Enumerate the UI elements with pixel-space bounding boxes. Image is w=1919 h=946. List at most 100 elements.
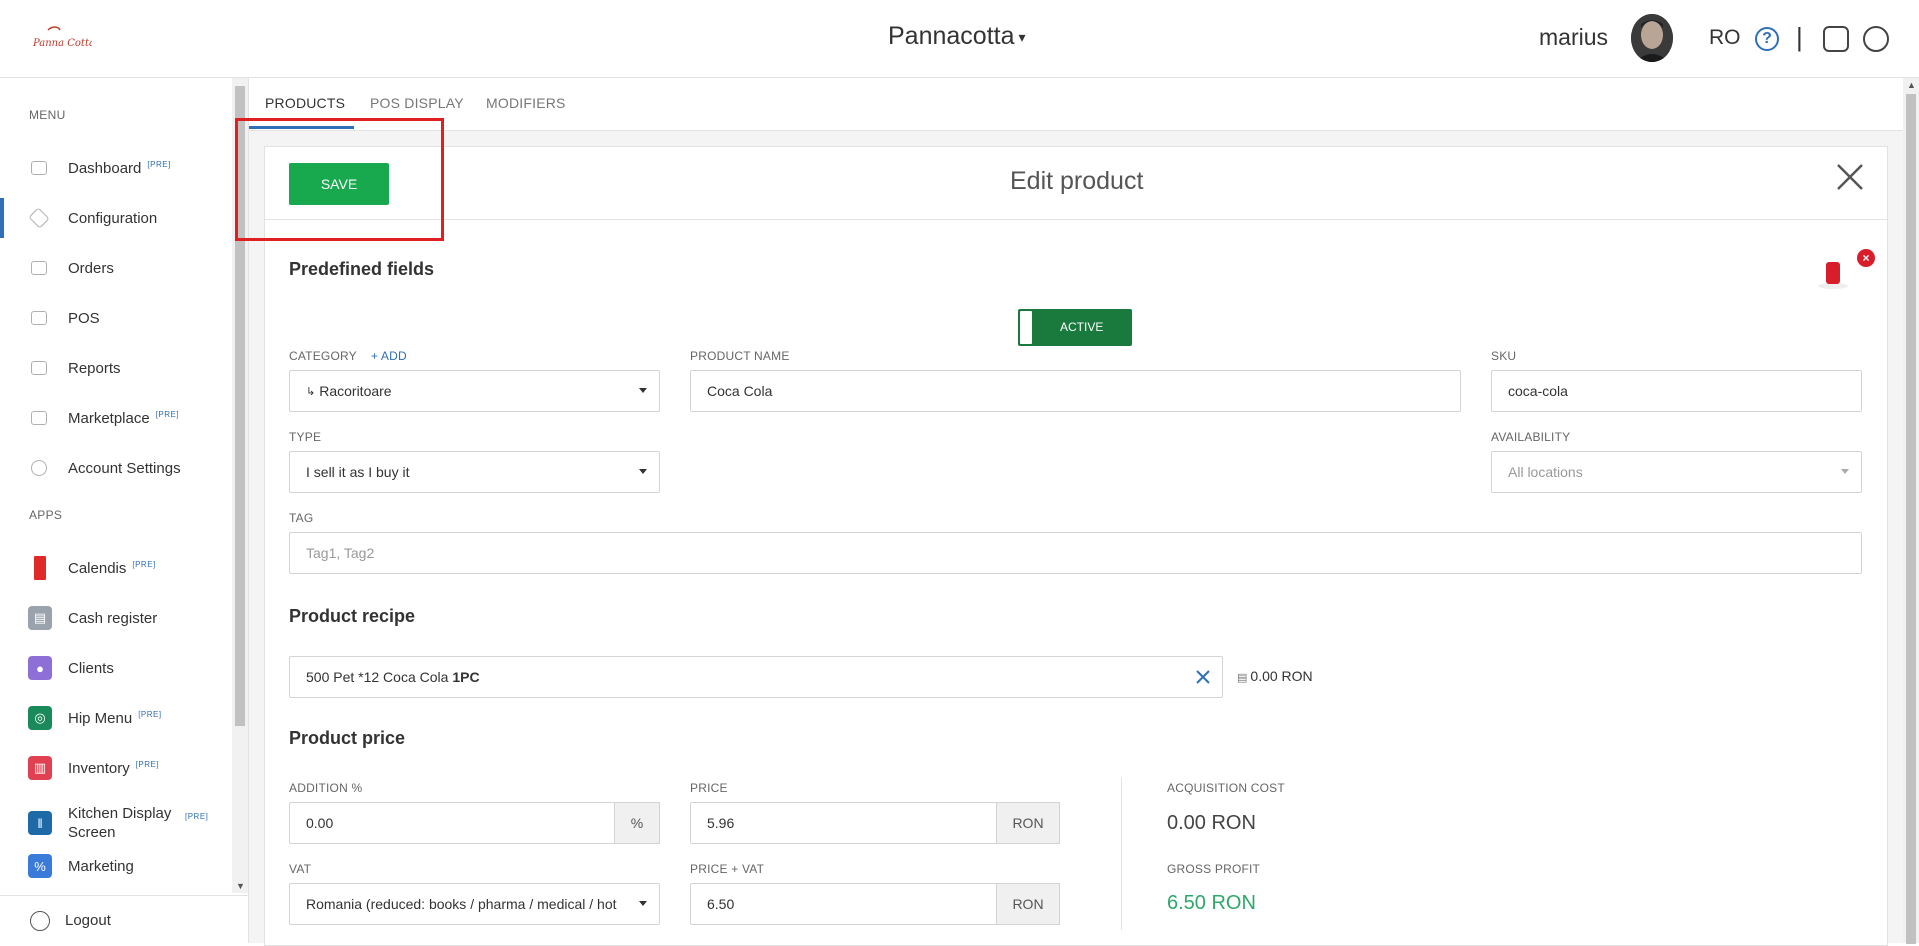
pre-badge: [PRE] (155, 409, 180, 419)
recipe-item-name: 500 Pet *12 Coca Cola (306, 669, 449, 685)
gross-profit-value: 6.50 RON (1167, 892, 1256, 914)
tab-bar: PRODUCTS POS DISPLAY MODIFIERS (249, 78, 1903, 131)
addition-input[interactable]: 0.00 (289, 802, 615, 844)
logout-icon (30, 911, 50, 931)
scroll-up-arrow-icon[interactable]: ▲ (1907, 80, 1916, 90)
sidebar-app-clients[interactable]: ● Clients (0, 648, 232, 688)
sidebar-item-label: Account Settings (68, 459, 181, 477)
sidebar-app-kitchen-display[interactable]: ‖ Kitchen Display Screen [PRE] (0, 798, 232, 848)
chevron-down-icon (639, 388, 647, 393)
svg-text:Panna Cotta: Panna Cotta (32, 38, 92, 49)
sidebar-item-label: Reports (68, 359, 121, 377)
brand-dropdown[interactable]: Pannacotta ▾ (888, 22, 1026, 51)
type-select[interactable]: I sell it as I buy it (289, 451, 660, 493)
sidebar-item-orders[interactable]: Orders (0, 248, 232, 288)
tag-label: TAG (289, 511, 314, 525)
fullscreen-icon[interactable] (1863, 26, 1889, 52)
sidebar-item-label: Calendis (68, 559, 127, 577)
recipe-item-qty: 1PC (452, 669, 480, 685)
category-select[interactable]: ↳ Racoritoare (289, 370, 660, 412)
menu-section-label: MENU (29, 108, 66, 122)
page-scrollbar[interactable]: ▲ (1903, 78, 1919, 944)
sidebar-item-marketplace[interactable]: Marketplace [PRE] (0, 398, 232, 438)
logo[interactable]: Panna Cotta (30, 24, 92, 54)
hip-menu-icon: ◎ (28, 706, 52, 730)
top-bar: Panna Cotta Pannacotta ▾ marius RO ? | (0, 0, 1919, 78)
pre-badge: [PRE] (147, 159, 171, 169)
cutlery-icon: ‖ (28, 811, 52, 835)
sidebar-item-pos[interactable]: POS (0, 298, 232, 338)
product-image[interactable] (1826, 262, 1840, 284)
pre-badge: [PRE] (138, 709, 162, 719)
sidebar-app-calendis[interactable]: Calendis [PRE] (0, 548, 232, 588)
close-icon[interactable] (1835, 159, 1865, 199)
remove-image-icon[interactable]: × (1857, 249, 1875, 267)
help-icon[interactable]: ? (1755, 27, 1779, 51)
sidebar-item-label: Marketplace (68, 409, 150, 427)
sidebar-item-label: Orders (68, 259, 114, 277)
logout-label: Logout (65, 912, 111, 929)
price-vat-input[interactable]: 6.50 (690, 883, 997, 925)
tab-products[interactable]: PRODUCTS (265, 95, 345, 111)
pre-badge: [PRE] (185, 812, 209, 821)
price-vat-currency-addon: RON (996, 883, 1060, 925)
cart-icon (31, 411, 47, 425)
sidebar-app-marketing[interactable]: % Marketing (0, 846, 232, 886)
product-recipe-heading: Product recipe (289, 606, 416, 626)
chevron-down-icon (1841, 469, 1849, 474)
toggle-knob (1020, 311, 1032, 344)
gross-profit-label: GROSS PROFIT (1167, 862, 1261, 876)
monitor-icon (31, 311, 47, 325)
clients-icon: ● (28, 656, 52, 680)
card-header: SAVE Edit product (265, 147, 1887, 220)
type-value: I sell it as I buy it (306, 464, 410, 480)
tag-input[interactable]: Tag1, Tag2 (289, 532, 1862, 574)
sidebar-item-label: Hip Menu (68, 709, 133, 727)
scroll-down-arrow-icon[interactable]: ▼ (236, 881, 245, 891)
sidebar-item-account-settings[interactable]: Account Settings (0, 448, 232, 488)
user-name[interactable]: marius (1539, 24, 1608, 51)
logout-button[interactable]: Logout (0, 895, 248, 943)
sidebar-item-label: Kitchen Display Screen (68, 805, 172, 841)
sidebar-item-configuration[interactable]: Configuration (0, 198, 232, 238)
scrollbar-thumb[interactable] (1906, 94, 1916, 944)
sidebar-app-cash-register[interactable]: ▤ Cash register (0, 598, 232, 638)
active-toggle[interactable]: ACTIVE (1018, 309, 1132, 346)
pre-badge: [PRE] (132, 559, 156, 569)
chevron-down-icon (639, 469, 647, 474)
remove-recipe-icon[interactable] (1196, 667, 1210, 690)
price-vat-label: PRICE + VAT (690, 862, 765, 876)
availability-label: AVAILABILITY (1491, 430, 1571, 444)
price-label: PRICE (690, 781, 728, 795)
sidebar-item-label: Dashboard (68, 159, 142, 177)
apps-section-label: APPS (29, 508, 63, 522)
vat-select[interactable]: Romania (reduced: books / pharma / medic… (289, 883, 660, 925)
bag-icon (31, 261, 47, 275)
product-name-field[interactable]: Coca Cola (690, 370, 1461, 412)
sidebar-item-dashboard[interactable]: Dashboard [PRE] (0, 148, 232, 188)
gear-icon (31, 460, 47, 476)
highlight-box (235, 118, 444, 241)
language-selector[interactable]: RO (1709, 26, 1741, 50)
tab-modifiers[interactable]: MODIFIERS (486, 95, 566, 111)
tab-pos-display[interactable]: POS DISPLAY (370, 95, 464, 111)
add-category-link[interactable]: + ADD (371, 349, 407, 363)
sku-field[interactable]: coca-cola (1491, 370, 1862, 412)
inventory-icon: ▥ (28, 756, 52, 780)
category-icon: ↳ (306, 385, 316, 398)
avatar[interactable] (1631, 14, 1673, 62)
chevron-down-icon (639, 901, 647, 906)
sku-label: SKU (1491, 349, 1517, 363)
sidebar-app-hip-menu[interactable]: ◎ Hip Menu [PRE] (0, 698, 232, 738)
sidebar: MENU Dashboard [PRE] Configuration Orders… (0, 78, 232, 943)
sidebar-app-inventory[interactable]: ▥ Inventory [PRE] (0, 748, 232, 788)
price-input[interactable]: 5.96 (690, 802, 997, 844)
brand-name: Pannacotta (888, 22, 1015, 50)
sidebar-item-reports[interactable]: Reports (0, 348, 232, 388)
pre-badge: [PRE] (135, 759, 160, 769)
availability-select[interactable]: All locations (1491, 451, 1862, 493)
report-icon (31, 361, 47, 375)
cost-icon: ▤ (1237, 672, 1248, 684)
barcode-icon[interactable] (1823, 26, 1849, 52)
recipe-item-field[interactable]: 500 Pet *12 Coca Cola 1PC (289, 656, 1223, 698)
